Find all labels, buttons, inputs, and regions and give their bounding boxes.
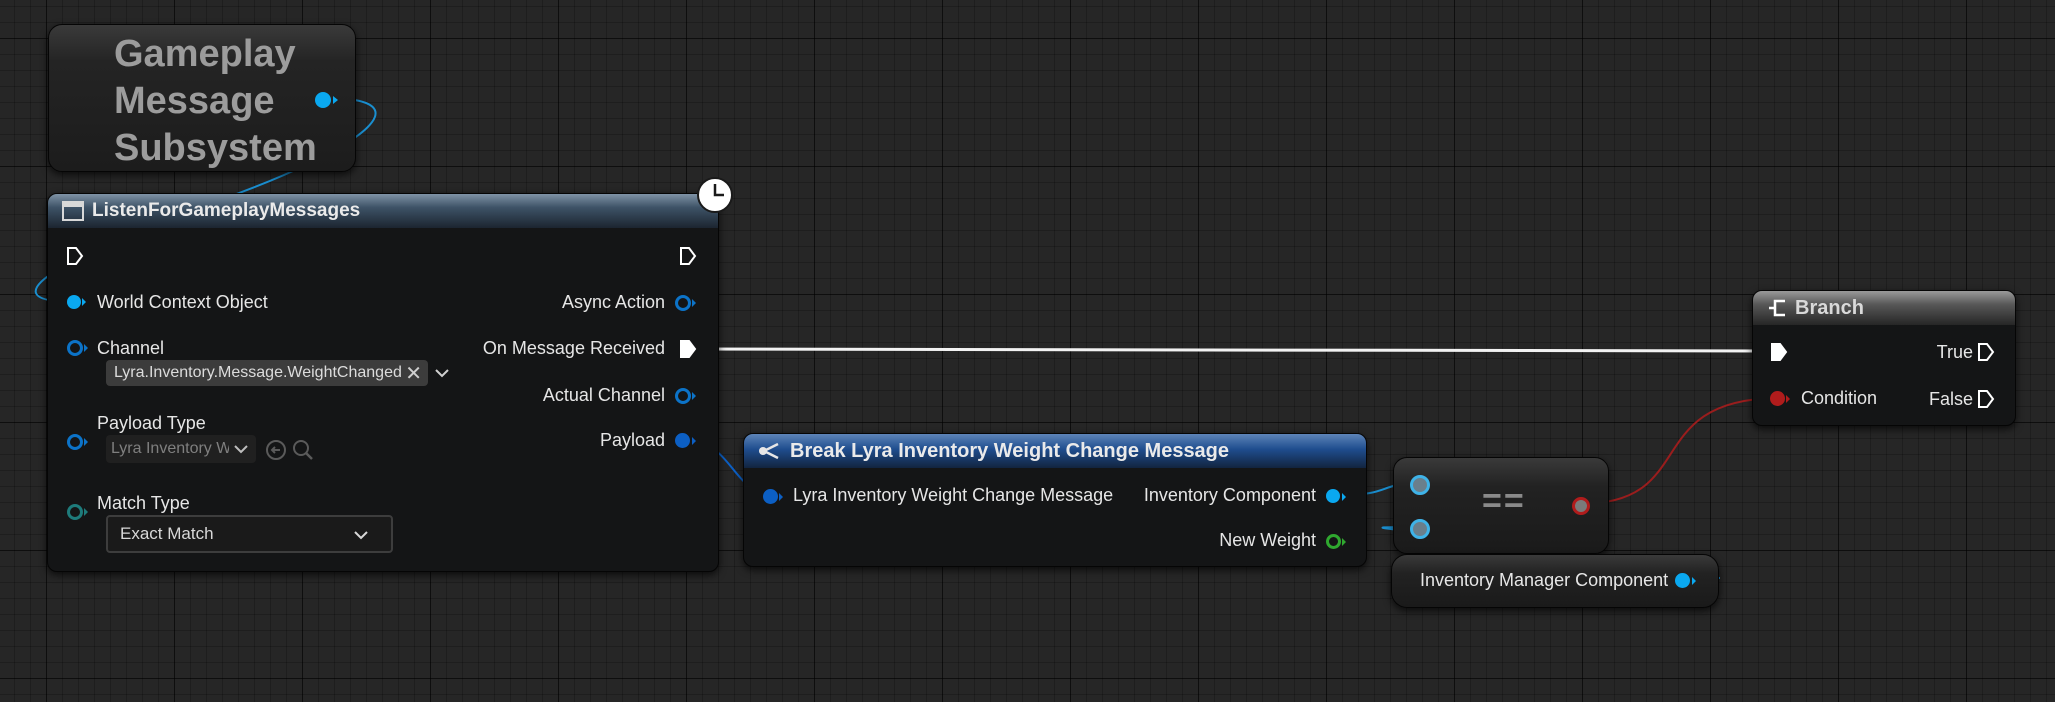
branch-condition-pin[interactable] — [1770, 391, 1785, 406]
inventory-component-label: Inventory Component — [1143, 485, 1316, 505]
branch-false-exec-pin[interactable] — [1977, 389, 1995, 409]
branch-node[interactable]: Branch True Condition False — [1752, 290, 2016, 426]
break-struct-icon — [759, 442, 779, 460]
match-type-dropdown-icon — [354, 531, 368, 540]
branch-true-label: True — [1936, 342, 1973, 362]
match-type-pin[interactable] — [67, 504, 83, 520]
payload-pin-arrow — [692, 437, 696, 445]
actual-channel-pin[interactable] — [675, 388, 691, 404]
browse-asset-icon[interactable] — [291, 438, 315, 462]
inventory-manager-component-node[interactable]: Inventory Manager Component — [1391, 554, 1719, 608]
branch-exec-input-pin[interactable] — [1770, 342, 1788, 362]
inventory-component-pin-arrow — [1342, 493, 1346, 501]
on-message-received-label: On Message Received — [482, 338, 665, 358]
branch-node-header[interactable]: Branch — [1753, 291, 2015, 325]
break-struct-node[interactable]: Break Lyra Inventory Weight Change Messa… — [743, 433, 1367, 567]
actual-channel-pin-arrow — [692, 392, 696, 400]
exec-output-pin[interactable] — [679, 246, 697, 266]
listen-for-gameplay-messages-node[interactable]: ListenForGameplayMessages World Context … — [47, 177, 733, 572]
break-input-label: Lyra Inventory Weight Change Message — [793, 485, 1114, 505]
subsystem-title-line-2: Message — [114, 80, 275, 122]
payload-type-label: Payload Type — [97, 413, 206, 433]
use-selected-asset-icon[interactable] — [264, 438, 288, 462]
new-weight-pin-arrow — [1342, 538, 1346, 546]
equal-output-pin[interactable] — [1572, 497, 1590, 515]
branch-icon — [1769, 299, 1785, 317]
payload-type-pin-arrow — [84, 438, 88, 446]
gameplay-message-subsystem-node[interactable]: Gameplay Message Subsystem — [48, 24, 356, 172]
channel-tag-value: Lyra.Inventory.Message.WeightChanged — [114, 364, 402, 381]
branch-true-exec-pin[interactable] — [1977, 342, 1995, 362]
branch-false-label: False — [1928, 389, 1973, 409]
new-weight-pin[interactable] — [1326, 534, 1341, 549]
branch-node-title: Branch — [1795, 296, 1864, 319]
subsystem-title-line-1: Gameplay — [114, 33, 296, 75]
actual-channel-label: Actual Channel — [542, 385, 665, 405]
channel-tag-chip[interactable]: Lyra.Inventory.Message.WeightChanged ✕ — [106, 360, 428, 386]
equal-compare-node[interactable]: == — [1393, 457, 1609, 554]
async-action-pin[interactable] — [675, 295, 691, 311]
payload-label: Payload — [599, 430, 665, 450]
async-action-pin-arrow — [692, 299, 696, 307]
payload-type-value: Lyra Inventory W — [111, 440, 229, 457]
clear-tag-icon[interactable]: ✕ — [405, 361, 422, 386]
payload-type-pin[interactable] — [67, 434, 83, 450]
branch-condition-label: Condition — [1801, 388, 1878, 408]
branch-condition-pin-arrow — [1786, 395, 1790, 403]
equal-symbol: == — [1482, 482, 1526, 520]
new-weight-label: New Weight — [1219, 530, 1316, 550]
subsystem-title-line-3: Subsystem — [114, 127, 317, 169]
break-input-pin-arrow — [779, 493, 783, 501]
match-type-combo[interactable]: Exact Match — [106, 515, 393, 553]
payload-type-dropdown-icon — [234, 445, 248, 454]
function-icon — [62, 201, 84, 221]
async-action-label: Async Action — [561, 292, 665, 312]
subsystem-title: Gameplay Message Subsystem — [114, 31, 317, 172]
equal-input-a-pin[interactable] — [1410, 475, 1430, 495]
subsystem-pin-arrow — [333, 96, 338, 104]
exec-input-pin[interactable] — [66, 246, 84, 266]
world-context-label: World Context Object — [97, 292, 268, 312]
channel-pin[interactable] — [67, 340, 83, 356]
break-node-header[interactable]: Break Lyra Inventory Weight Change Messa… — [744, 434, 1366, 468]
break-input-pin[interactable] — [763, 489, 778, 504]
match-type-value: Exact Match — [120, 524, 214, 543]
channel-pin-arrow — [84, 344, 88, 352]
subsystem-output-pin[interactable] — [315, 92, 331, 108]
payload-pin[interactable] — [675, 433, 690, 448]
listen-node-header[interactable]: ListenForGameplayMessages — [48, 194, 718, 228]
channel-dropdown-icon[interactable] — [434, 367, 450, 379]
inventory-manager-pin-arrow — [1692, 577, 1696, 585]
match-type-pin-arrow — [84, 508, 88, 516]
inventory-component-pin[interactable] — [1326, 489, 1340, 503]
world-context-pin[interactable] — [67, 295, 81, 309]
clock-icon — [697, 177, 733, 213]
channel-label: Channel — [97, 338, 165, 358]
equal-input-b-pin[interactable] — [1410, 519, 1430, 539]
inventory-manager-pin[interactable] — [1675, 573, 1690, 588]
match-type-label: Match Type — [97, 493, 190, 513]
break-node-title: Break Lyra Inventory Weight Change Messa… — [790, 439, 1230, 462]
inventory-manager-label: Inventory Manager Component — [1420, 570, 1669, 590]
on-message-received-exec-pin[interactable] — [679, 339, 697, 359]
payload-type-combo[interactable]: Lyra Inventory W — [106, 435, 256, 463]
world-context-pin-arrow — [82, 298, 86, 306]
listen-node-title: ListenForGameplayMessages — [92, 200, 361, 221]
